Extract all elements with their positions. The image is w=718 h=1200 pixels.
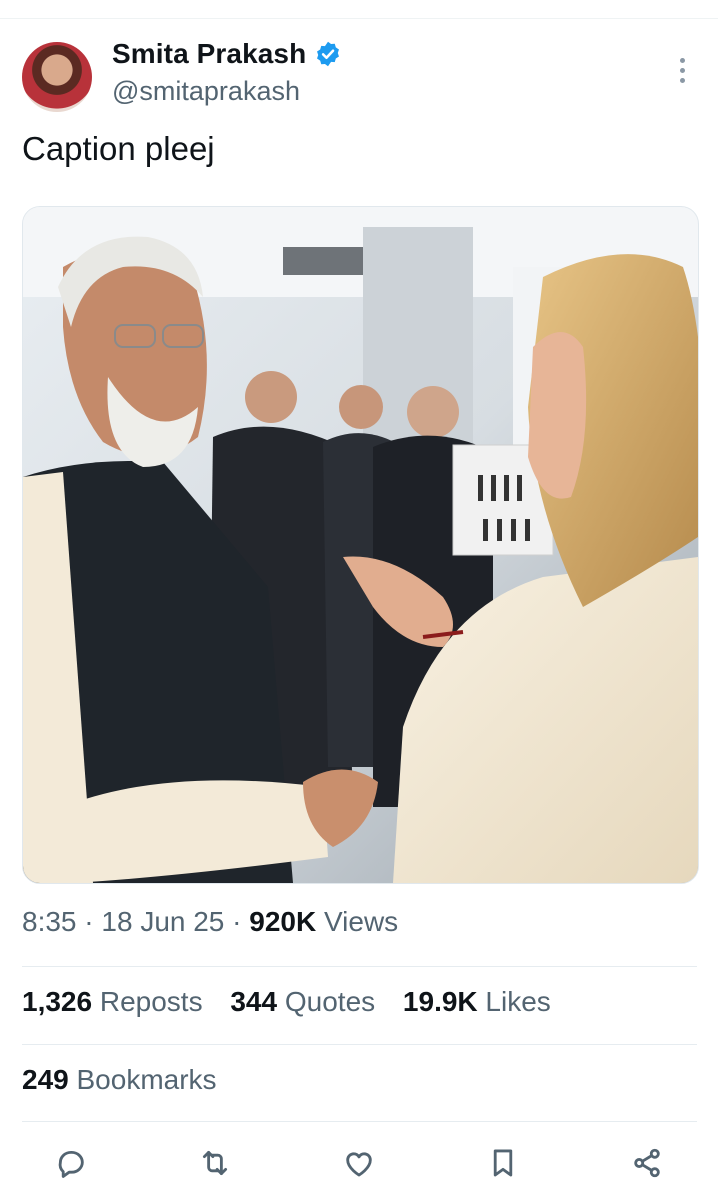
quotes-count: 344 xyxy=(230,986,278,1017)
quotes-stat[interactable]: 344 Quotes xyxy=(230,986,383,1017)
likes-stat[interactable]: 19.9K Likes xyxy=(403,986,551,1017)
engagement-stats: 1,326 Reposts 344 Quotes 19.9K Likes xyxy=(22,986,571,1018)
likes-count: 19.9K xyxy=(402,986,478,1017)
verified-badge-icon xyxy=(317,41,340,67)
bookmarks-count: 249 xyxy=(22,1064,69,1095)
quotes-label: Quotes xyxy=(284,986,376,1017)
views-label: Views xyxy=(324,906,399,937)
bookmarks-stat[interactable]: 249 Bookmarks xyxy=(22,1064,217,1096)
divider xyxy=(22,1121,697,1122)
post-date[interactable]: 18 Jun 25 xyxy=(101,906,224,937)
reposts-stat[interactable]: 1,326 Reposts xyxy=(22,986,210,1017)
repost-icon[interactable] xyxy=(192,1140,238,1186)
top-divider xyxy=(0,18,718,19)
separator: · xyxy=(232,906,242,937)
post-photo xyxy=(23,207,698,883)
views-count: 920K xyxy=(249,906,317,937)
more-options-icon[interactable] xyxy=(666,52,698,88)
avatar[interactable] xyxy=(22,42,92,112)
reposts-label: Reposts xyxy=(99,986,203,1017)
author-name-text: Smita Prakash xyxy=(112,38,307,69)
bookmark-icon[interactable] xyxy=(480,1140,526,1186)
reposts-count: 1,326 xyxy=(22,986,93,1017)
post-time[interactable]: 8:35 xyxy=(22,906,77,937)
divider xyxy=(22,1044,697,1045)
author-handle[interactable]: @smitaprakash xyxy=(112,76,300,107)
divider xyxy=(22,966,697,967)
post-meta: 8:35 · 18 Jun 25 · 920K Views xyxy=(22,906,398,938)
reply-icon[interactable] xyxy=(48,1140,94,1186)
likes-label: Likes xyxy=(485,986,551,1017)
post-image[interactable] xyxy=(22,206,699,884)
share-icon[interactable] xyxy=(624,1140,670,1186)
action-bar xyxy=(0,1140,718,1186)
bookmarks-label: Bookmarks xyxy=(76,1064,217,1095)
author-name[interactable]: Smita Prakash xyxy=(112,38,342,70)
post-text: Caption pleej xyxy=(22,130,215,167)
heart-icon[interactable] xyxy=(336,1140,382,1186)
separator: · xyxy=(84,906,94,937)
